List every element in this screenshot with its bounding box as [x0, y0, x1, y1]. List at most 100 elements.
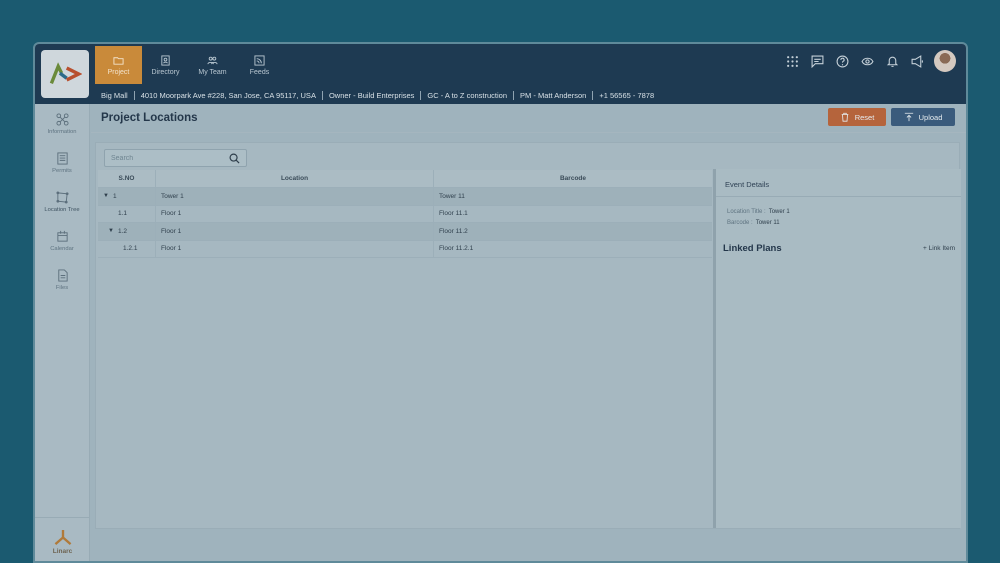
cell-location: Tower 1	[156, 188, 434, 205]
sno-text: 1	[112, 192, 117, 200]
megaphone-icon[interactable]	[909, 53, 925, 69]
top-bar: Project Directory My Team Feeds Big Mall…	[35, 44, 966, 104]
tab-project[interactable]: Project	[95, 46, 142, 84]
location-title-field: Location Title : Tower 1	[727, 209, 790, 215]
header-location[interactable]: Location	[156, 170, 434, 187]
caret-down-icon[interactable]: ▼	[108, 228, 114, 234]
cell-sno: ▼ 1	[98, 188, 156, 205]
search-input[interactable]	[111, 154, 221, 162]
chat-icon[interactable]	[809, 53, 825, 69]
app-logo[interactable]	[41, 50, 89, 98]
linarc-logo-icon	[54, 529, 71, 545]
tab-label: Directory	[151, 68, 180, 76]
header-sno[interactable]: S.NO	[98, 170, 156, 187]
tab-directory[interactable]: Directory	[142, 46, 189, 84]
app-window: Project Directory My Team Feeds Big Mall…	[33, 42, 968, 563]
project-address: 4010 Moorpark Ave #228, San Jose, CA 951…	[135, 90, 323, 100]
sno-text: 1.1	[118, 210, 128, 218]
sidebar-item-label: Permits	[52, 167, 72, 174]
link-item-button[interactable]: + Link Item	[923, 245, 955, 252]
search-icon[interactable]	[229, 153, 240, 164]
trash-icon	[841, 112, 849, 122]
file-icon	[57, 268, 68, 282]
team-icon	[207, 56, 218, 64]
upload-icon	[904, 112, 913, 122]
main-content: Project Locations Reset Upload S.NO Loca…	[91, 104, 966, 561]
table-row[interactable]: ▼ 1.2 Floor 1 Floor 11.2	[98, 223, 712, 241]
brand-logo: Linarc	[35, 517, 90, 561]
drone-icon	[55, 112, 69, 126]
field-label: Location Title :	[727, 209, 766, 215]
locations-panel: S.NO Location Barcode ▼1 Tower 1 Tower 1…	[95, 142, 961, 529]
sidebar: Information Permits Location Tree Calend…	[35, 104, 90, 561]
avatar[interactable]	[934, 50, 956, 72]
reset-label: Reset	[854, 112, 875, 122]
brand-name: Linarc	[52, 547, 73, 555]
cell-barcode: Floor 11.1	[439, 210, 468, 218]
sidebar-item-calendar[interactable]: Calendar	[35, 221, 89, 260]
address-book-icon	[161, 54, 170, 66]
project-info-bar: Big Mall 4010 Moorpark Ave #228, San Jos…	[95, 87, 660, 103]
sidebar-item-label: Calendar	[50, 245, 74, 252]
top-actions	[784, 50, 956, 72]
table-header: S.NO Location Barcode	[98, 170, 712, 188]
sidebar-item-permits[interactable]: Permits	[35, 143, 89, 182]
rss-icon	[254, 54, 265, 66]
project-name: Big Mall	[95, 90, 135, 100]
help-icon[interactable]	[834, 53, 850, 69]
sidebar-item-label: Location Tree	[44, 206, 80, 213]
linked-plans-heading: Linked Plans	[723, 243, 782, 254]
folder-icon	[113, 56, 124, 65]
table-row[interactable]: ▼ 1 Tower 1 Tower 11	[98, 188, 712, 206]
cell-location: Floor 1	[156, 205, 434, 222]
tab-label: My Team	[198, 68, 227, 76]
sno-text: 1.2	[117, 227, 127, 235]
cell-sno: 1.1	[98, 205, 156, 222]
event-details-panel: Event Details Location Title : Tower 1 Ba…	[713, 169, 961, 528]
table-row[interactable]: 1.1 Floor 1 Floor 11.1	[98, 205, 712, 223]
cell-barcode: Floor 11.2.1	[439, 245, 474, 253]
apps-grid-icon[interactable]	[784, 53, 800, 69]
main-nav: Project Directory My Team Feeds	[95, 46, 283, 86]
sidebar-item-label: Files	[55, 284, 69, 291]
cell-sno: ▼ 1.2	[98, 223, 156, 240]
reset-button[interactable]: Reset	[828, 108, 886, 126]
document-list-icon	[56, 151, 68, 165]
shape-icon	[55, 190, 69, 204]
upload-label: Upload	[918, 112, 943, 122]
bell-icon[interactable]	[884, 53, 900, 69]
caret-down-icon[interactable]: ▼	[103, 193, 109, 199]
barcode-field: Barcode : Tower 11	[727, 220, 780, 226]
sidebar-item-information[interactable]: Information	[35, 104, 89, 143]
project-phone: +1 56565 - 7878	[599, 90, 655, 100]
table-row[interactable]: 1.2.1 Floor 1 Floor 11.2.1	[98, 240, 712, 258]
cell-location: Floor 1	[156, 223, 434, 240]
upload-button[interactable]: Upload	[891, 108, 955, 126]
sidebar-item-location-tree[interactable]: Location Tree	[35, 182, 89, 221]
tab-feeds[interactable]: Feeds	[236, 46, 283, 84]
field-value: Tower 11	[755, 220, 780, 226]
field-label: Barcode :	[727, 220, 753, 226]
tab-my-team[interactable]: My Team	[189, 46, 236, 84]
project-pm: PM - Matt Anderson	[514, 90, 594, 100]
sno-text: 1.2.1	[123, 245, 138, 253]
header-divider	[91, 132, 966, 133]
project-owner: Owner - Build Enterprises	[323, 90, 422, 100]
cell-barcode: Floor 11.2	[439, 227, 468, 235]
details-divider	[716, 196, 961, 197]
cell-sno: 1.2.1	[98, 240, 156, 257]
sidebar-item-label: Information	[47, 128, 77, 135]
cell-location: Floor 1	[156, 240, 434, 257]
tab-label: Project	[107, 68, 130, 76]
logo-mark-icon	[49, 62, 82, 84]
field-value: Tower 1	[768, 209, 790, 215]
project-gc: GC - A to Z construction	[421, 90, 515, 100]
page-title: Project Locations	[101, 112, 198, 124]
eye-icon[interactable]	[859, 53, 875, 69]
cell-barcode: Tower 11	[439, 192, 465, 200]
details-title: Event Details	[725, 180, 770, 189]
sidebar-item-files[interactable]: Files	[35, 260, 89, 299]
locations-table: S.NO Location Barcode ▼ 1 Tower 1 Tower 1…	[98, 170, 712, 258]
search-box	[104, 149, 247, 167]
header-barcode[interactable]: Barcode	[434, 170, 712, 187]
